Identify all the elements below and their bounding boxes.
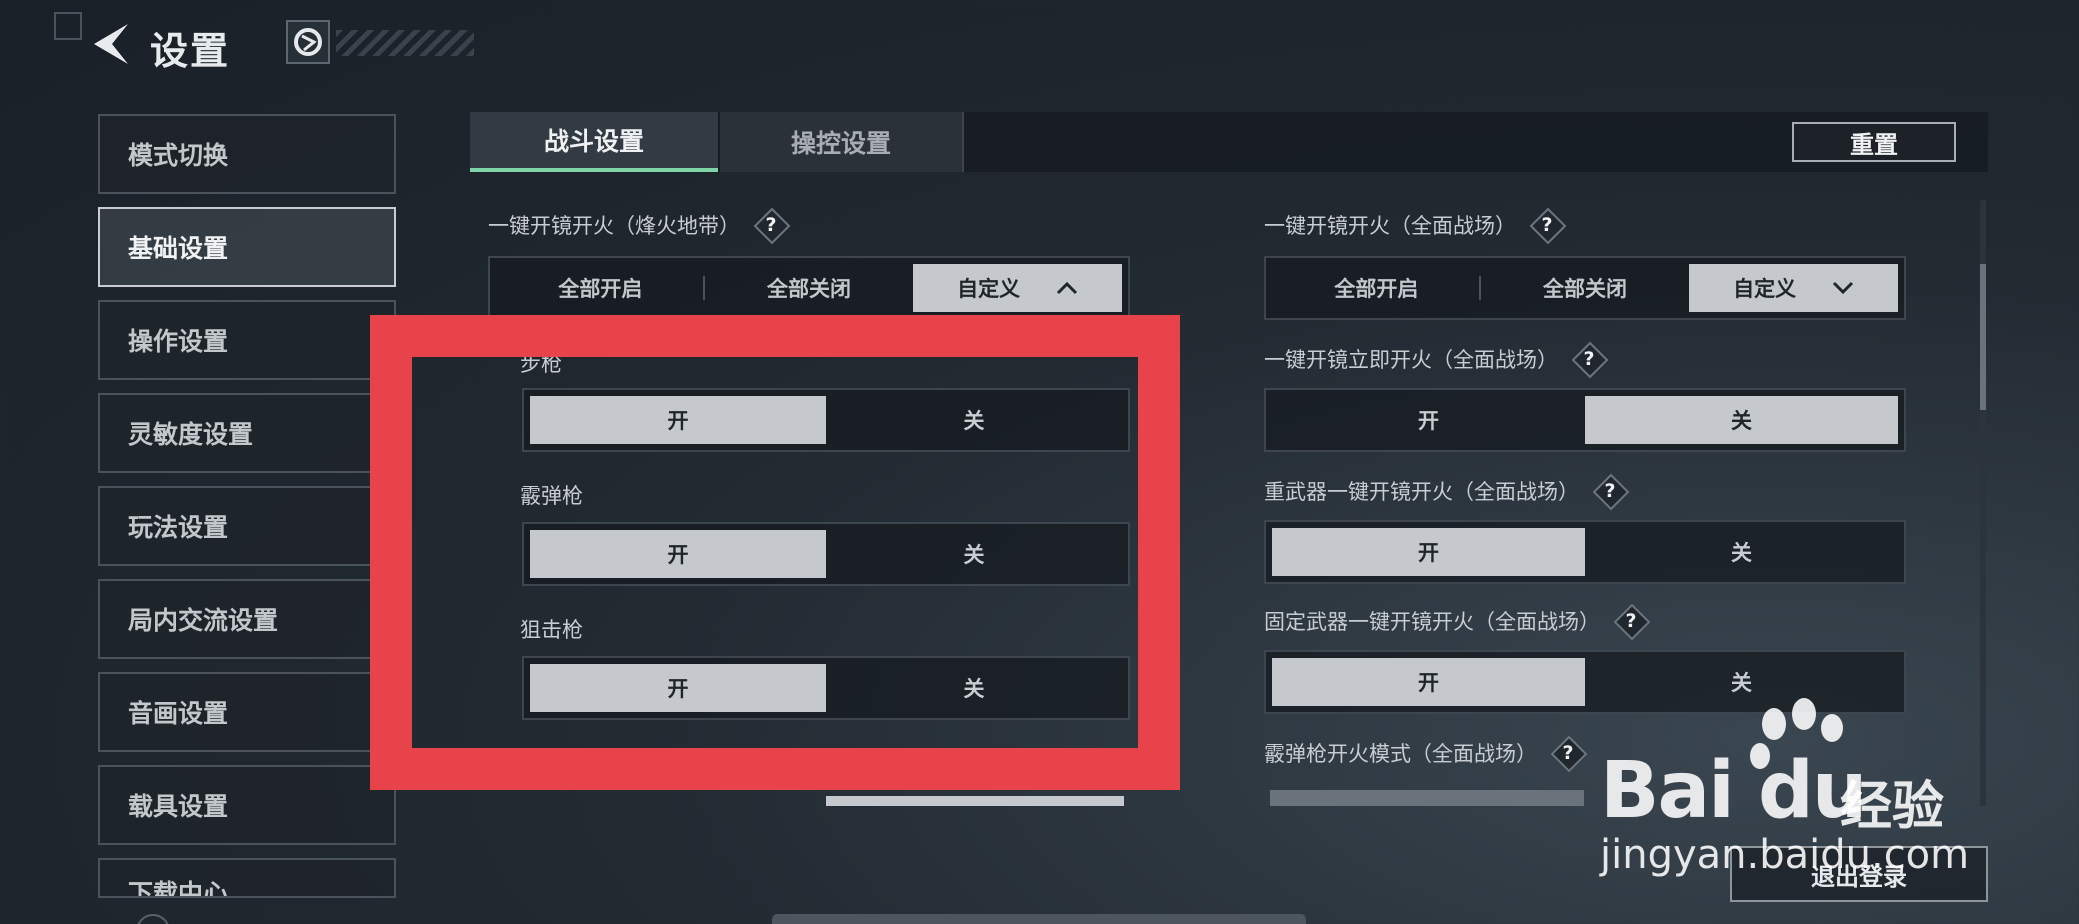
toggle-off[interactable]: 关	[1585, 528, 1898, 576]
option-all-off[interactable]: 全部关闭	[1481, 264, 1690, 312]
highlight-frame	[370, 315, 1180, 790]
setting-label: 重武器一键开镜开火（全面战场） ?	[1264, 474, 1627, 508]
sidebar-item-audio-video-settings[interactable]: 音画设置	[98, 672, 396, 752]
scrollbar-thumb[interactable]	[1980, 264, 1986, 410]
help-icon[interactable]: ?	[1551, 736, 1585, 770]
setting-label: 固定武器一键开镜开火（全面战场） ?	[1264, 604, 1648, 638]
sidebar-item-download-center[interactable]: 下载中心	[98, 858, 396, 898]
help-icon[interactable]: ?	[754, 208, 788, 242]
bottom-circle-icon	[136, 914, 170, 924]
partial-toggle	[1270, 790, 1584, 806]
help-icon[interactable]: ?	[1614, 604, 1648, 638]
page-title: 设置	[150, 29, 231, 73]
setting-label: 霰弹枪开火模式（全面战场） ?	[1264, 736, 1585, 770]
setting-label: 一键开镜开火（全面战场） ?	[1264, 208, 1564, 242]
toggle-on[interactable]: 开	[1272, 528, 1585, 576]
sidebar-item-basic-settings[interactable]: 基础设置	[98, 207, 396, 287]
sidebar-item-operation-settings[interactable]: 操作设置	[98, 300, 396, 380]
option-custom[interactable]: 自定义	[1689, 264, 1899, 312]
toggle-on[interactable]: 开	[1272, 658, 1585, 706]
sidebar-item-sensitivity-settings[interactable]: 灵敏度设置	[98, 393, 396, 473]
corner-marker	[54, 12, 82, 40]
reset-button[interactable]: 重置	[1792, 122, 1956, 162]
instant-fire-toggle: 开 关	[1264, 388, 1906, 452]
help-icon[interactable]: ?	[1593, 474, 1627, 508]
setting-label: 一键开镜开火（烽火地带） ?	[488, 208, 788, 242]
sidebar-item-chat-settings[interactable]: 局内交流设置	[98, 579, 396, 659]
aim-fire-selector-left: 全部开启 全部关闭 自定义	[488, 256, 1130, 320]
chevron-down-icon	[1833, 281, 1854, 295]
back-arrow-icon[interactable]	[92, 22, 132, 66]
option-all-on[interactable]: 全部开启	[1272, 264, 1481, 312]
option-all-off[interactable]: 全部关闭	[705, 264, 914, 312]
sidebar-item-gameplay-settings[interactable]: 玩法设置	[98, 486, 396, 566]
sidebar: 模式切换 基础设置 操作设置 灵敏度设置 玩法设置 局内交流设置 音画设置 载具…	[98, 114, 396, 911]
help-icon[interactable]: ?	[1530, 208, 1564, 242]
option-custom[interactable]: 自定义	[913, 264, 1123, 312]
setting-label: 一键开镜立即开火（全面战场） ?	[1264, 342, 1606, 376]
tab-control-settings[interactable]: 操控设置	[720, 112, 964, 172]
toggle-off[interactable]: 关	[1585, 396, 1898, 444]
sidebar-item-mode-switch[interactable]: 模式切换	[98, 114, 396, 194]
option-all-on[interactable]: 全部开启	[496, 264, 705, 312]
chevron-up-icon	[1057, 281, 1078, 295]
tab-bar: 战斗设置 操控设置 重置	[470, 112, 1988, 172]
bottom-handle	[772, 914, 1306, 924]
help-icon[interactable]: ?	[1572, 342, 1606, 376]
sidebar-item-vehicle-settings[interactable]: 载具设置	[98, 765, 396, 845]
partial-toggle	[826, 796, 1124, 806]
toggle-on[interactable]: 开	[1272, 396, 1585, 444]
header-stripes	[336, 30, 474, 56]
game-logo-icon	[286, 20, 330, 64]
baidu-watermark: Bai du 经验 jingyan.baidu.com	[1596, 696, 1996, 896]
heavy-weapon-toggle: 开 关	[1264, 520, 1906, 584]
aim-fire-selector-right: 全部开启 全部关闭 自定义	[1264, 256, 1906, 320]
tab-combat-settings[interactable]: 战斗设置	[470, 112, 718, 172]
